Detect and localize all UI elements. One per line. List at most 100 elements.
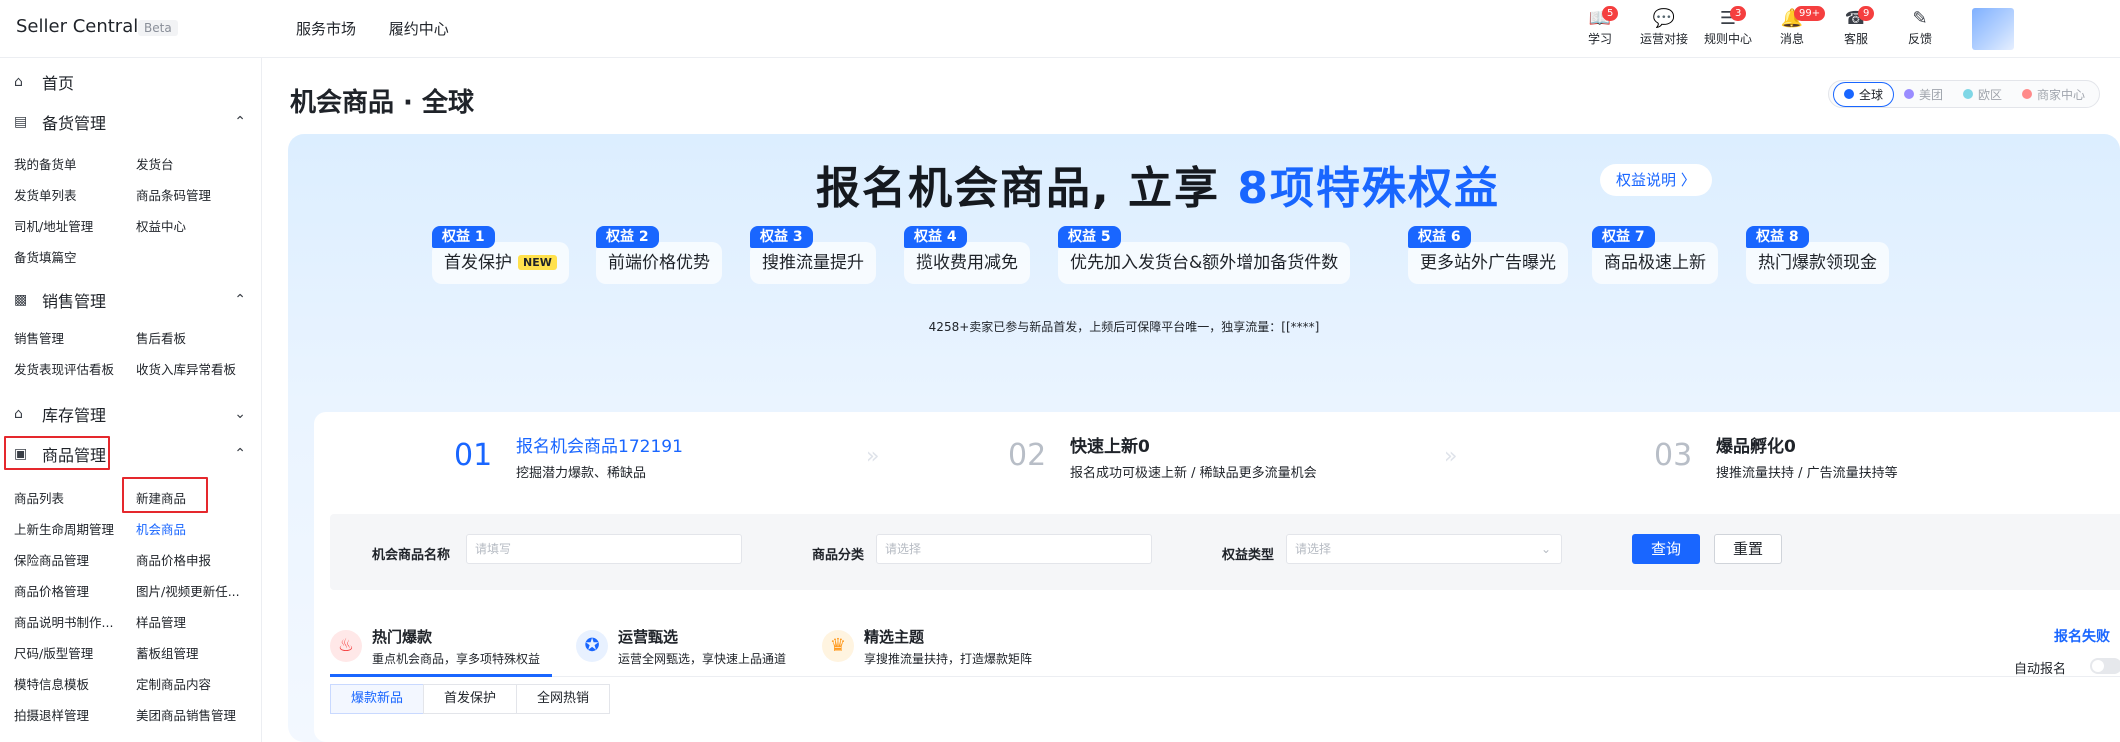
category-ops-pick[interactable]: ✪ 运营甄选 运营全网甄选，享快速上品通道 (576, 626, 806, 672)
top-tools: 📖 5 学习 💬 运营对接 ☰ 3 规则中心 🔔 99+ 消息 ☎ 9 客服 ✎ 反馈 (1568, 6, 1952, 47)
tab-web-hot[interactable]: 全网热销 (516, 684, 611, 714)
sidebar-item-lifecycle[interactable]: 上新生命周期管理 (14, 519, 114, 538)
sidebar-item-size[interactable]: 尺码/版型管理 (14, 643, 93, 662)
beta-badge: Beta (138, 20, 178, 36)
fire-icon: ♨ (330, 630, 362, 662)
category-hot[interactable]: ♨ 热门爆款 重点机会商品，享多项特殊权益 (330, 626, 560, 672)
avatar[interactable] (1972, 8, 2014, 50)
new-badge: NEW (518, 255, 557, 270)
perk-text: 热门爆款领现金 (1758, 253, 1877, 273)
sidebar-item-custom-content[interactable]: 定制商品内容 (136, 674, 211, 693)
perk-text: 搜推流量提升 (762, 253, 864, 273)
tool-service[interactable]: ☎ 9 客服 (1824, 6, 1888, 47)
region-merchant[interactable]: 商家中心 (2012, 83, 2095, 106)
sidebar-item-opportunity[interactable]: 机会商品 (136, 519, 186, 538)
tool-learn[interactable]: 📖 5 学习 (1568, 6, 1632, 47)
perk-tag: 权益 4 (904, 226, 967, 248)
tool-messages[interactable]: 🔔 99+ 消息 (1760, 6, 1826, 47)
sidebar-item-product-list[interactable]: 商品列表 (14, 488, 64, 507)
sidebar-item-meituan-sales[interactable]: 美团商品销售管理 (136, 705, 236, 724)
sidebar-item-manual[interactable]: 商品说明书制作... (14, 612, 113, 631)
benefit-explain-button[interactable]: 权益说明 〉 (1600, 164, 1712, 196)
tool-label: 规则中心 (1703, 32, 1752, 46)
tool-badge: 99+ (1794, 6, 1826, 21)
step-desc: 搜推流量扶持 / 广告流量扶持等 (1716, 466, 1898, 481)
sidebar-item-home[interactable]: ⌂ 首页 (14, 70, 74, 94)
tool-rules-center[interactable]: ☰ 3 规则中心 (1696, 6, 1760, 47)
sidebar-item-price-declare[interactable]: 商品价格申报 (136, 550, 211, 569)
region-dot-icon (1963, 89, 1974, 99)
benefit-type-label: 权益类型 (1222, 548, 1275, 563)
sidebar-item-receive-exception[interactable]: 收货入库异常看板 (136, 359, 236, 378)
category-active-indicator (330, 674, 552, 677)
sidebar-item-barcode[interactable]: 商品条码管理 (136, 185, 211, 204)
perk-tag: 权益 3 (750, 226, 813, 248)
tool-label: 消息 (1779, 32, 1804, 46)
sidebar-item-shipment-list[interactable]: 发货单列表 (14, 185, 77, 204)
rules-icon: ☰ (1719, 8, 1737, 29)
sidebar-item-media-update[interactable]: 图片/视频更新任... (136, 581, 240, 600)
region-eu[interactable]: 欧区 (1953, 83, 2012, 106)
region-global[interactable]: 全球 (1833, 81, 1895, 107)
tool-label: 学习 (1587, 32, 1612, 46)
brand-name[interactable]: Seller Central (16, 16, 138, 37)
auto-sign-toggle[interactable] (2090, 658, 2120, 674)
sidebar-item-shipping-desk[interactable]: 发货台 (136, 154, 174, 173)
sidebar-section-inventory[interactable]: ⌂ 库存管理 ⌄ (14, 402, 254, 426)
category-desc: 运营全网甄选，享快速上品通道 (618, 652, 787, 666)
step-number: 01 (454, 438, 493, 473)
region-label: 商家中心 (2037, 87, 2086, 102)
reset-button[interactable]: 重置 (1714, 534, 1782, 564)
sidebar-item-sales[interactable]: 销售管理 (14, 328, 64, 347)
filter-bar: 机会商品名称 请填写 商品分类 请选择 权益类型 请选择 ⌄ 查询 重置 (330, 514, 2120, 590)
step-number: 03 (1654, 438, 1693, 473)
category-select[interactable]: 请选择 (876, 534, 1152, 564)
step-title: 快速上新0 (1070, 437, 1150, 457)
warehouse-icon: ⌂ (14, 406, 23, 422)
sidebar-item-insurance[interactable]: 保险商品管理 (14, 550, 89, 569)
nav-service-market[interactable]: 服务市场 (296, 20, 356, 38)
region-switcher: 全球 美团 欧区 商家中心 (1828, 80, 2101, 108)
sidebar-section-stock[interactable]: ▤ 备货管理 ⌃ (14, 110, 254, 134)
region-meituan[interactable]: 美团 (1894, 83, 1953, 106)
top-nav: 服务市场 履约中心 (296, 18, 477, 39)
tab-hot-new[interactable]: 爆款新品 (330, 684, 425, 714)
sidebar-item-sample[interactable]: 样品管理 (136, 612, 186, 631)
sidebar-item-my-stock-order[interactable]: 我的备货单 (14, 154, 77, 173)
tool-feedback[interactable]: ✎ 反馈 (1888, 8, 1952, 47)
chevron-right-icon: » (866, 444, 880, 469)
category-theme[interactable]: ♛ 精选主题 享搜推流量扶持，打造爆款矩阵 (822, 626, 1062, 672)
sidebar-item-label: 首页 (42, 74, 75, 93)
chevron-up-icon: ⌃ (234, 446, 246, 462)
sidebar-item-aftersale[interactable]: 售后看板 (136, 328, 186, 347)
perk-3: 权益 3 搜推流量提升 (750, 226, 876, 284)
sidebar-item-shoot-return[interactable]: 拍摄退样管理 (14, 705, 89, 724)
benefit-type-select[interactable]: 请选择 ⌄ (1286, 534, 1562, 564)
category-desc: 享搜推流量扶持，打造爆款矩阵 (864, 652, 1033, 666)
sidebar-item-driver-address[interactable]: 司机/地址管理 (14, 216, 93, 235)
sidebar-item-benefit-center[interactable]: 权益中心 (136, 216, 186, 235)
chevron-down-icon: ⌄ (234, 406, 246, 422)
tool-label: 客服 (1843, 32, 1868, 46)
sidebar-item-board-group[interactable]: 蓄板组管理 (136, 643, 199, 662)
tool-label: 运营对接 (1639, 32, 1688, 46)
sign-fail-link[interactable]: 报名失败 (2054, 626, 2110, 646)
chart-icon: ▩ (14, 292, 28, 308)
sidebar-section-sales[interactable]: ▩ 销售管理 ⌃ (14, 288, 254, 312)
tab-first-launch[interactable]: 首发保护 (423, 684, 518, 714)
chevron-up-icon: ⌃ (234, 114, 246, 130)
tool-ops-contact[interactable]: 💬 运营对接 (1632, 8, 1696, 47)
name-input[interactable]: 请填写 (466, 534, 742, 564)
globe-icon (1844, 89, 1854, 99)
auto-sign-label: 自动报名 (2014, 662, 2067, 677)
chat-icon: 💬 (1652, 8, 1676, 29)
chevron-right-icon: » (1444, 444, 1458, 469)
perk-tag: 权益 2 (596, 226, 659, 248)
sidebar-item-stock-fill[interactable]: 备货填篇空 (14, 247, 77, 266)
nav-fulfillment-center[interactable]: 履约中心 (389, 20, 449, 38)
sidebar-item-price-mgmt[interactable]: 商品价格管理 (14, 581, 89, 600)
sidebar-item-shipping-perf[interactable]: 发货表现评估看板 (14, 359, 114, 378)
query-button[interactable]: 查询 (1632, 534, 1700, 564)
sidebar-item-model-template[interactable]: 模特信息模板 (14, 674, 89, 693)
perk-2: 权益 2 前端价格优势 (596, 226, 722, 284)
